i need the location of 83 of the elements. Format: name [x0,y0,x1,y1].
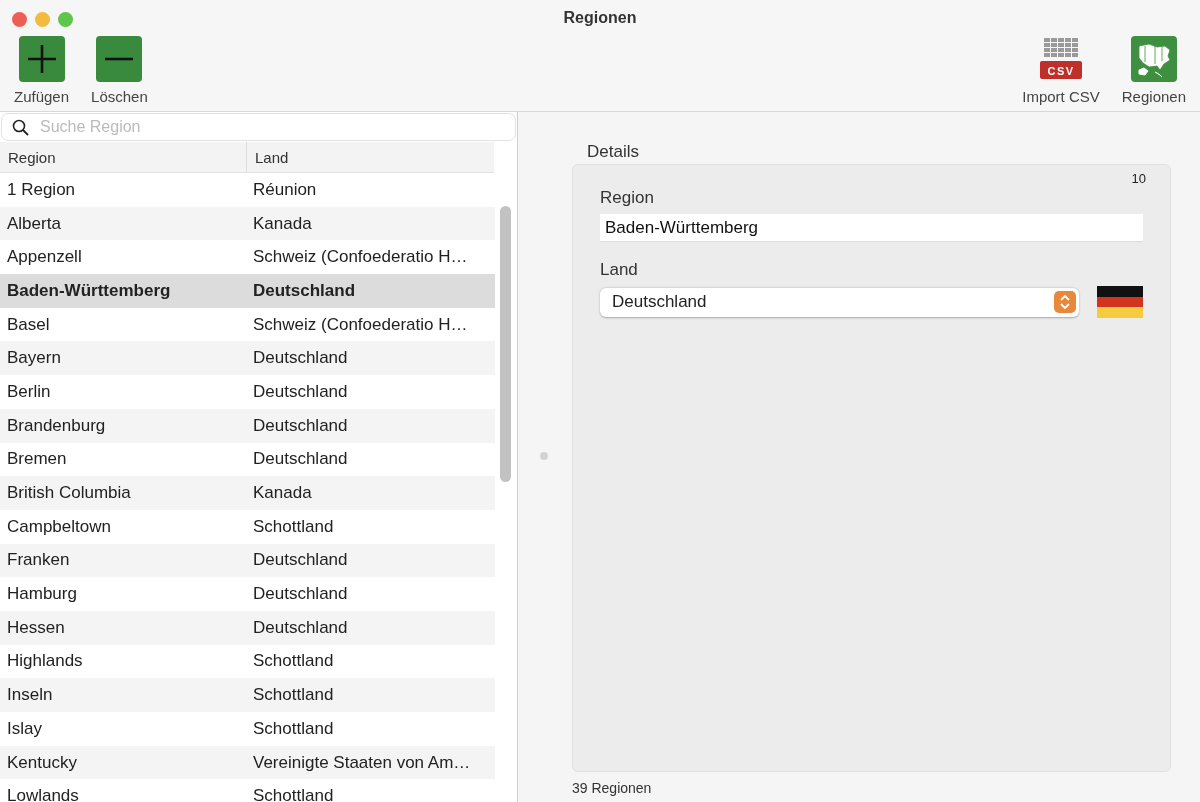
map-icon [1130,36,1177,82]
table-cell-text: Kanada [252,213,313,234]
table-cell-text: Deutschland [252,584,349,605]
table-cell-text: Vereinigte Staaten von Am… [252,752,472,773]
table-cell-text: Schottland [252,516,335,537]
minimize-button[interactable] [35,12,50,27]
table-row[interactable]: Islay Schottland [0,712,495,746]
table-cell-text: Schottland [252,786,335,802]
minus-icon [96,36,143,82]
plus-icon [18,36,65,82]
table-cell-text: 1 Region [6,179,77,200]
table-cell-text: Berlin [6,381,52,402]
table-row[interactable]: Bremen Deutschland [0,442,495,477]
table-cell-text: Alberta [6,213,62,234]
window-title: Regionen [563,8,637,27]
table-cell-text: Deutschland [252,381,349,402]
table-row[interactable]: Kentucky Vereinigte Staaten von Am… [0,745,495,780]
table-cell-text: Franken [6,550,71,571]
table-row[interactable]: Bayern Deutschland [0,341,495,376]
table-row[interactable]: Lowlands Schottland [0,779,495,802]
table-cell-text: Deutschland [252,550,349,571]
stepper-icon [1054,291,1076,313]
flag-icon [1097,286,1143,318]
table-row[interactable]: Appenzell Schweiz (Confoederatio H… [0,240,495,275]
table-cell-text: Hamburg [6,584,78,605]
table-row[interactable]: Campbeltown Schottland [0,509,495,544]
table-cell-text: Hessen [6,617,66,638]
table-row[interactable]: Hessen Deutschland [0,610,495,645]
table-row[interactable]: Franken Deutschland [0,543,495,578]
table-cell-text: Bayern [6,348,62,369]
table-cell-text: Islay [6,718,43,739]
column-header[interactable]: Land [247,142,297,172]
table-row[interactable]: Hamburg Deutschland [0,577,495,611]
table-cell-text: Kanada [252,483,313,504]
table-cell-text: Schottland [252,651,335,672]
toolbar-button[interactable]: Zufügen [8,36,76,105]
toolbar-button[interactable]: CSV Import CSV [1016,36,1106,105]
table-cell-text: Highlands [6,651,84,672]
search-icon [12,119,29,136]
table-cell-text: British Columbia [6,483,132,504]
table-row[interactable]: Brandenburg Deutschland [0,408,495,443]
field-label: Region [600,188,655,208]
table-row[interactable]: 1 Region Réunion [0,173,495,207]
column-header[interactable]: Region [0,142,247,172]
field-label: Land [600,260,639,280]
country-dropdown[interactable]: Deutschland [600,287,1079,317]
table-cell-text: Schottland [252,685,335,706]
table-cell-text: Brandenburg [6,415,107,436]
table-cell-text: Deutschland [252,617,349,638]
table-cell-text: Deutschland [252,280,357,301]
table-cell-text: Bremen [6,449,68,470]
table-cell-text: Baden-Württemberg [6,280,172,301]
scrollbar-thumb[interactable] [500,206,511,482]
table-cell-text: Deutschland [252,449,349,470]
close-button[interactable] [12,12,27,27]
zoom-button[interactable] [58,12,73,27]
table-cell-text: Inseln [6,685,54,706]
section-title: Details [586,142,640,162]
table-cell-text: Deutschland [252,415,349,436]
table-row[interactable]: Highlands Schottland [0,644,495,679]
table-row[interactable]: Basel Schweiz (Confoederatio H… [0,307,495,342]
split-handle[interactable] [540,452,548,460]
table-cell-text: Réunion [252,179,318,200]
toolbar-button[interactable]: Löschen [85,36,154,105]
counter-label: 10 [1131,171,1146,186]
table-row[interactable]: Berlin Deutschland [0,375,495,409]
table-cell-text: Kentucky [6,752,78,773]
region-field[interactable]: Baden-Württemberg [600,214,1143,242]
table-cell-text: Deutschland [252,348,349,369]
table-cell-text: Appenzell [6,247,83,268]
search-field[interactable]: Suche Region [1,113,516,141]
toolbar-button[interactable]: Regionen [1115,36,1192,105]
table-cell-text: Schweiz (Confoederatio H… [252,314,469,335]
table-cell-text: Lowlands [6,786,80,802]
table-cell-text: Campbeltown [6,516,112,537]
table-row[interactable]: British Columbia Kanada [0,476,495,510]
table-row[interactable]: Alberta Kanada [0,206,495,241]
table-cell-text: Schottland [252,718,335,739]
table-row[interactable]: Inseln Schottland [0,678,495,712]
table-cell-text: Schweiz (Confoederatio H… [252,247,469,268]
table-cell-text: Basel [6,314,51,335]
status-text: 39 Regionen [572,779,653,798]
table-row[interactable]: Baden-Württemberg Deutschland [0,274,495,308]
